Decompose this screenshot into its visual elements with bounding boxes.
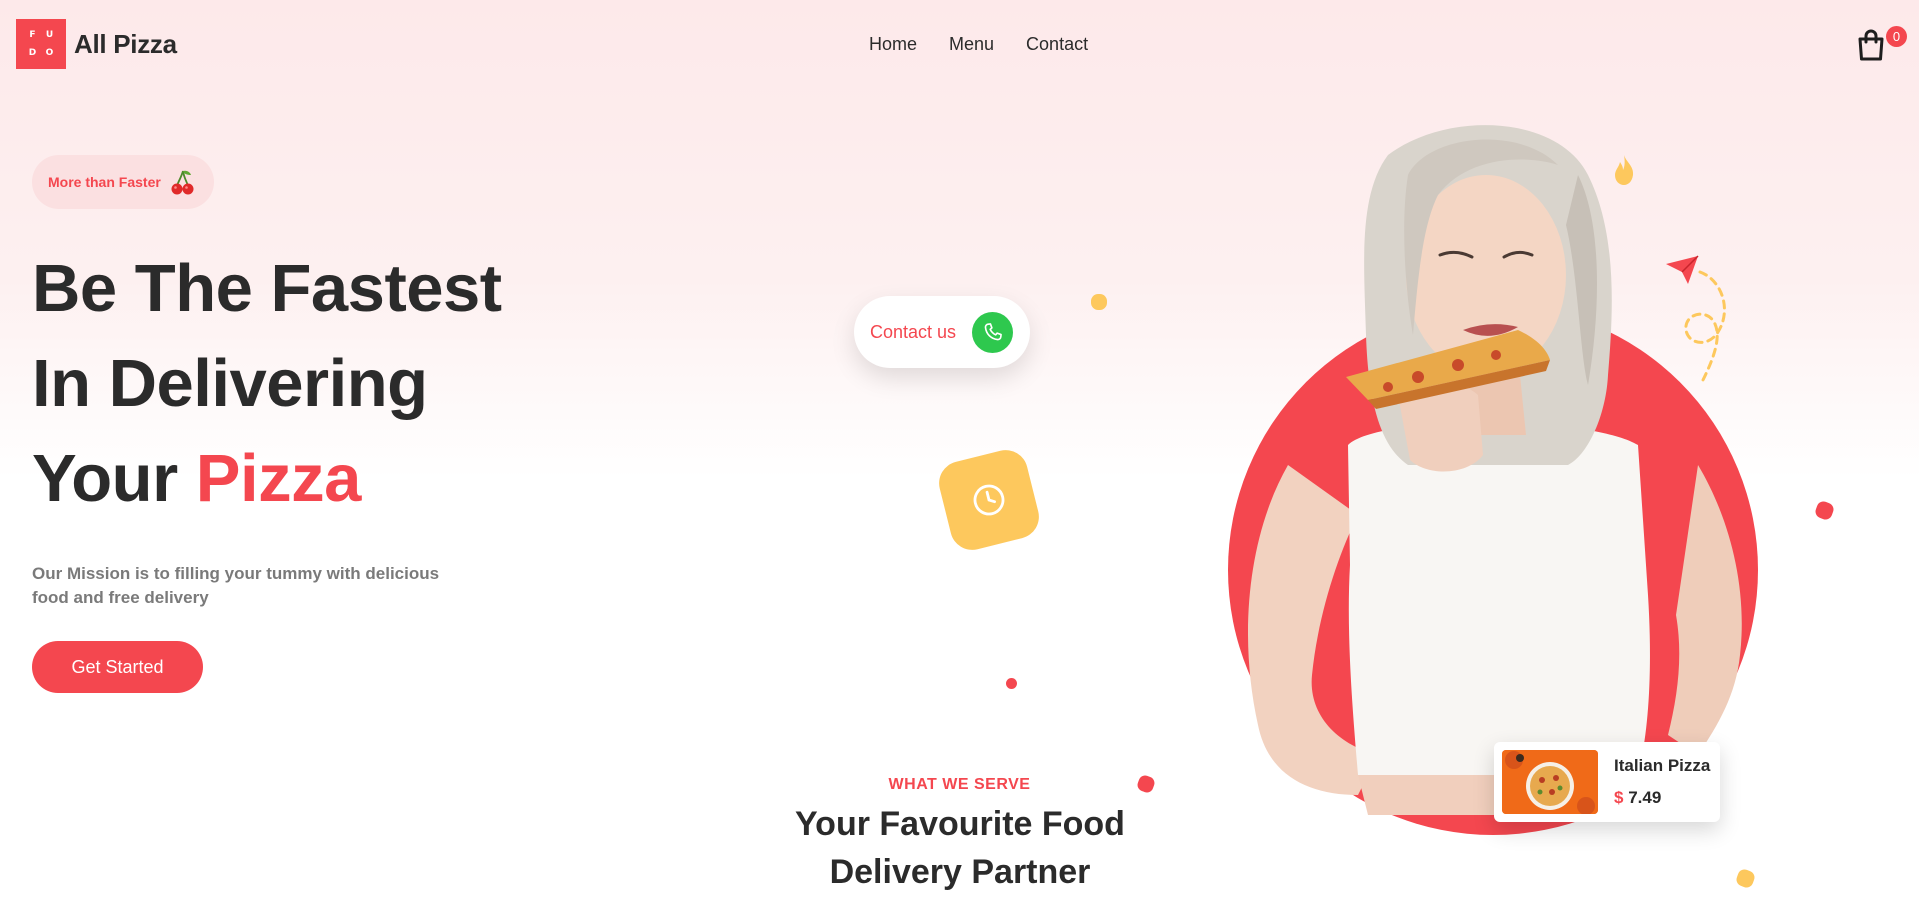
contact-us-label: Contact us [870,321,957,342]
decor-dot [1091,294,1107,310]
hero-title-word: Your [32,441,178,516]
nav-contact[interactable]: Contact [1026,34,1088,55]
get-started-button[interactable]: Get Started [32,641,203,693]
cherry-icon [171,170,194,195]
shopping-bag-icon[interactable] [1854,28,1888,62]
clock-icon [973,484,1005,516]
food-name: Italian Pizza [1614,756,1711,775]
contact-us-button[interactable]: Contact us [854,296,1030,368]
logo-letter: F [29,30,36,40]
mission-text: Our Mission is to filling your tummy wit… [32,564,440,607]
hero-title-accent: Pizza [195,441,362,516]
brand-name[interactable]: All Pizza [74,29,177,60]
logo-letter: O [45,48,54,58]
hero-title-line-3: Your Pizza [32,440,361,517]
phone-icon [972,311,1014,353]
logo-letter: U [45,30,54,40]
hero-badge: More than Faster [32,155,214,209]
decor-dot [1734,867,1757,890]
clock-tile [934,445,1044,555]
main-nav: Home Menu Contact [869,34,1088,55]
site-header: F U D O All Pizza Home Menu Contact 0 [0,0,1919,90]
section-title: Your Favourite Food Delivery Partner [795,805,1125,891]
logo-letter: D [28,48,37,58]
hero-badge-label: More than Faster [48,174,161,190]
hero-title-line-2: In Delivering [32,346,428,421]
nav-menu[interactable]: Menu [949,34,994,55]
hero-title-line-1: Be The Fastest [32,251,502,326]
section-tag: WHAT WE SERVE [888,776,1031,793]
logo[interactable]: F U D O [16,19,66,69]
decor-dot [1006,678,1017,689]
nav-home[interactable]: Home [869,34,917,55]
hero-person-image [1248,125,1742,815]
decor-dot [1813,499,1836,522]
cart-count-badge: 0 [1886,26,1907,47]
